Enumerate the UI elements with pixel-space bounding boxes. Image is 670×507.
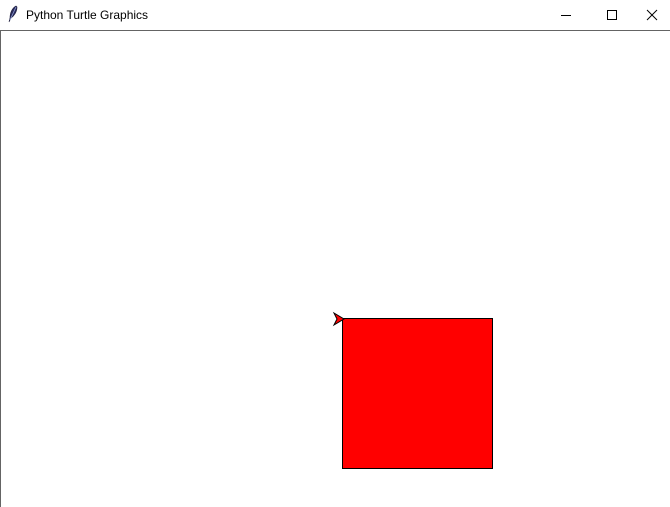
drawing-surface [332,311,493,469]
window-title: Python Turtle Graphics [26,8,149,22]
maximize-icon [606,9,618,21]
close-icon [646,9,658,21]
turtle-canvas[interactable] [0,30,670,507]
title-bar[interactable]: Python Turtle Graphics [0,0,670,30]
maximize-button[interactable] [589,0,635,30]
close-button[interactable] [634,0,670,30]
turtle-window: Python Turtle Graphics [0,0,670,507]
feather-icon [6,5,20,23]
red-square [342,318,493,469]
minimize-button[interactable] [543,0,589,30]
minimize-icon [560,9,572,21]
